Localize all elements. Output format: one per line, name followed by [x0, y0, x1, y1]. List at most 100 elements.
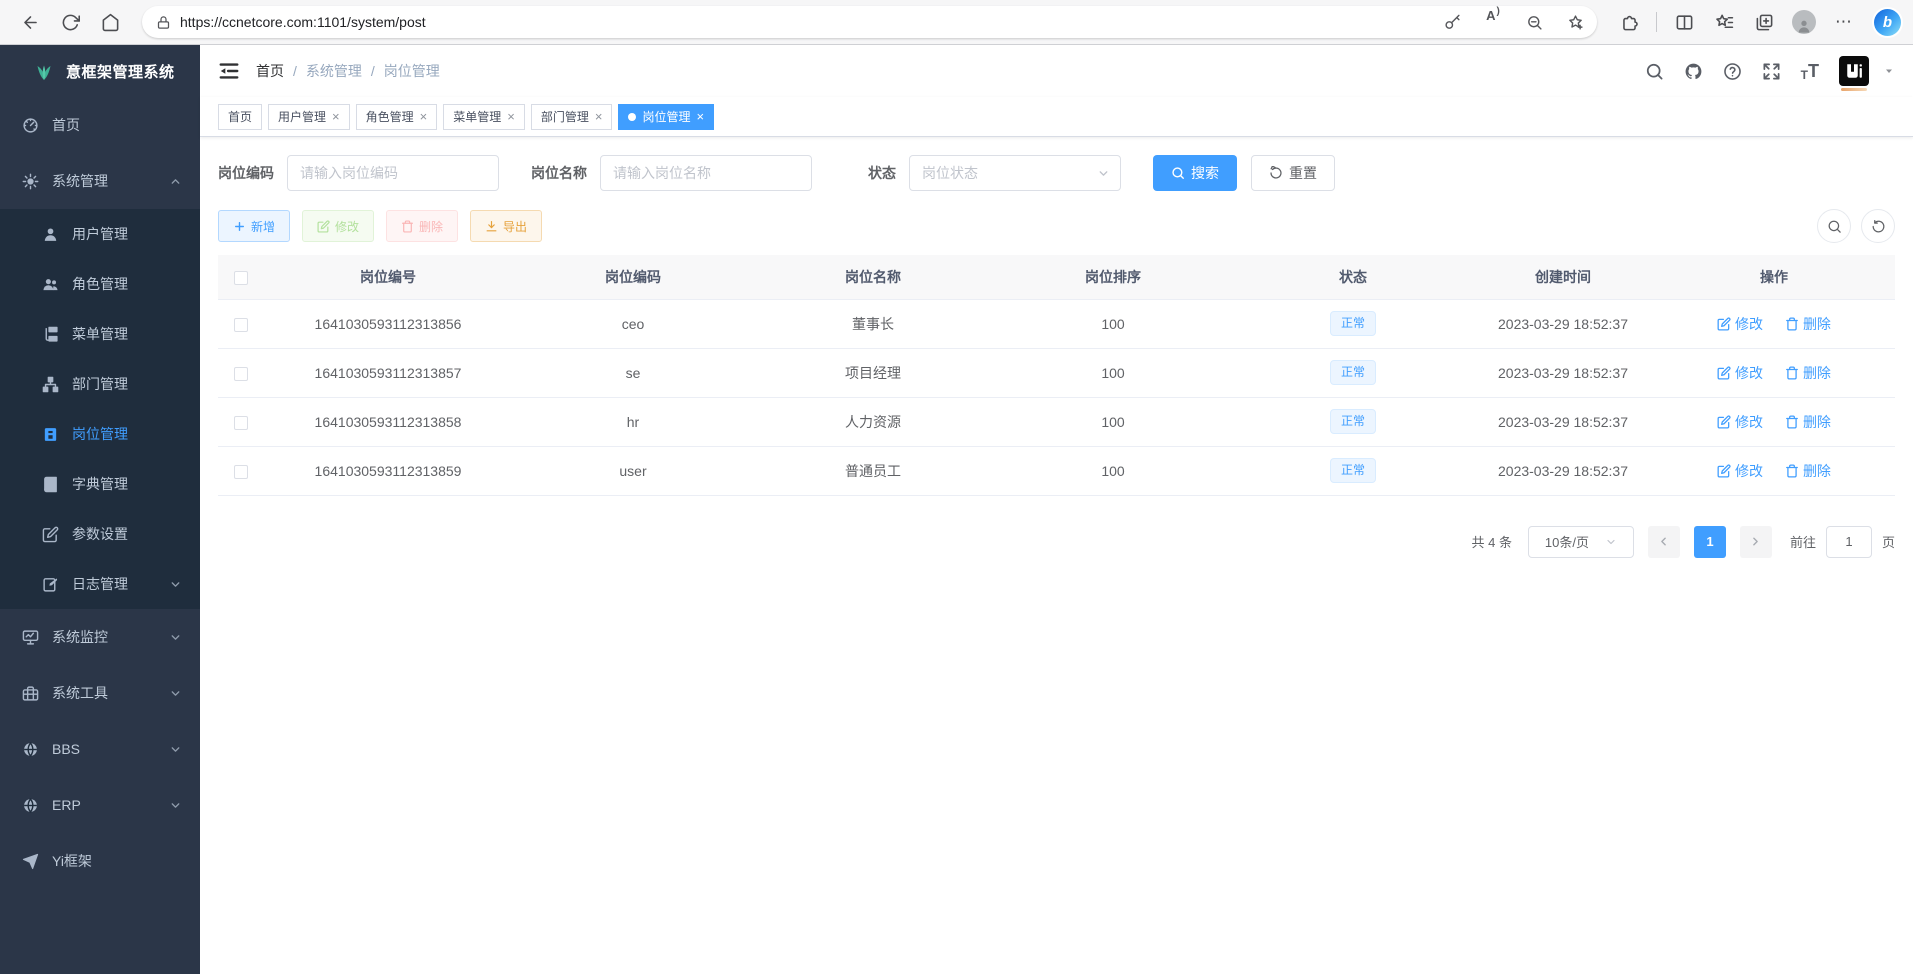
read-aloud-a: A	[1486, 8, 1495, 23]
chevron-down-icon[interactable]	[1883, 65, 1895, 77]
edit-button-label: 修改	[335, 218, 359, 235]
tab-post-mgmt[interactable]: 岗位管理×	[618, 104, 714, 130]
row-edit-label: 修改	[1735, 363, 1763, 383]
row-delete-button[interactable]: 删除	[1785, 412, 1831, 432]
page-size-select[interactable]: 10条/页	[1528, 526, 1634, 558]
sidebar-item-yi-framework[interactable]: Yi框架	[0, 833, 200, 889]
collections-button[interactable]	[1746, 5, 1782, 39]
sidebar-item-label: BBS	[52, 741, 80, 757]
close-icon[interactable]: ×	[332, 110, 340, 123]
sidebar-item-home[interactable]: 首页	[0, 97, 200, 153]
sidebar-item-label: 角色管理	[72, 274, 128, 294]
sidebar-item-dept-mgmt[interactable]: 部门管理	[0, 359, 200, 409]
show-search-button[interactable]	[1817, 209, 1851, 243]
col-post-code: 岗位编码	[513, 255, 753, 299]
row-checkbox[interactable]	[234, 318, 248, 332]
breadcrumb-home[interactable]: 首页	[256, 61, 284, 81]
browser-menu-button[interactable]: ⋯	[1826, 5, 1862, 39]
sidebar-item-bbs[interactable]: BBS	[0, 721, 200, 777]
sidebar-item-system-monitor[interactable]: 系统监控	[0, 609, 200, 665]
sidebar-item-dict-mgmt[interactable]: 字典管理	[0, 459, 200, 509]
edit-icon	[1717, 366, 1731, 380]
back-button[interactable]	[12, 5, 48, 39]
trash-icon	[1785, 366, 1799, 380]
row-edit-button[interactable]: 修改	[1717, 314, 1763, 334]
favorites-button[interactable]	[1706, 5, 1742, 39]
status-badge: 正常	[1330, 458, 1376, 483]
sidebar-item-user-mgmt[interactable]: 用户管理	[0, 209, 200, 259]
font-size-button[interactable]: TT	[1801, 61, 1819, 82]
tab-dept-mgmt[interactable]: 部门管理×	[531, 104, 613, 130]
more-icon: ⋯	[1835, 12, 1853, 32]
row-delete-button[interactable]: 删除	[1785, 314, 1831, 334]
prev-page-button[interactable]	[1648, 526, 1680, 558]
cell-post-sort: 100	[993, 397, 1233, 446]
cell-post-id: 1641030593112313856	[263, 299, 513, 348]
sidebar-item-log-mgmt[interactable]: 日志管理	[0, 559, 200, 609]
cell-post-code: se	[513, 348, 753, 397]
select-all-checkbox[interactable]	[234, 271, 248, 285]
close-icon[interactable]: ×	[696, 110, 704, 123]
sidebar-item-post-mgmt[interactable]: 岗位管理	[0, 409, 200, 459]
row-checkbox[interactable]	[234, 416, 248, 430]
reset-button[interactable]: 重置	[1251, 155, 1335, 191]
split-screen-button[interactable]	[1666, 5, 1702, 39]
row-delete-button[interactable]: 删除	[1785, 363, 1831, 383]
home-button[interactable]	[92, 5, 128, 39]
sidebar-item-erp[interactable]: ERP	[0, 777, 200, 833]
search-icon[interactable]	[1645, 62, 1664, 81]
tab-label: 首页	[228, 108, 252, 125]
sidebar-item-param-settings[interactable]: 参数设置	[0, 509, 200, 559]
copilot-button[interactable]: b	[1874, 9, 1901, 36]
row-delete-button[interactable]: 删除	[1785, 461, 1831, 481]
close-icon[interactable]: ×	[507, 110, 515, 123]
row-checkbox[interactable]	[234, 465, 248, 479]
tab-role-mgmt[interactable]: 角色管理×	[356, 104, 438, 130]
profile-button[interactable]	[1786, 5, 1822, 39]
zoom-out-button[interactable]	[1518, 8, 1550, 36]
toolbox-icon	[22, 685, 39, 702]
help-icon[interactable]	[1723, 62, 1742, 81]
edit-icon	[1717, 415, 1731, 429]
pagination: 共 4 条 10条/页 1 前往 页	[218, 526, 1895, 558]
fullscreen-icon[interactable]	[1762, 62, 1781, 81]
read-aloud-button[interactable]: T A)	[1477, 8, 1509, 36]
add-button[interactable]: 新增	[218, 210, 290, 242]
edit-button[interactable]: 修改	[302, 210, 374, 242]
sidebar-item-label: 部门管理	[72, 374, 128, 394]
next-page-button[interactable]	[1740, 526, 1772, 558]
github-icon[interactable]	[1684, 62, 1703, 81]
add-favorite-button[interactable]	[1559, 8, 1591, 36]
sidebar-item-system-tools[interactable]: 系统工具	[0, 665, 200, 721]
row-edit-button[interactable]: 修改	[1717, 363, 1763, 383]
sidebar-item-role-mgmt[interactable]: 角色管理	[0, 259, 200, 309]
col-status: 状态	[1233, 255, 1473, 299]
refresh-button[interactable]	[52, 5, 88, 39]
page-number-current[interactable]: 1	[1694, 526, 1726, 558]
user-avatar[interactable]	[1839, 56, 1869, 86]
close-icon[interactable]: ×	[420, 110, 428, 123]
extensions-button[interactable]	[1611, 5, 1647, 39]
address-bar[interactable]: https://ccnetcore.com:1101/system/post T…	[142, 6, 1597, 38]
password-key-button[interactable]	[1436, 8, 1468, 36]
tab-home[interactable]: 首页	[218, 104, 262, 130]
status-select[interactable]: 岗位状态	[909, 155, 1121, 191]
tab-menu-mgmt[interactable]: 菜单管理×	[443, 104, 525, 130]
post-code-input[interactable]	[287, 155, 499, 191]
row-edit-button[interactable]: 修改	[1717, 412, 1763, 432]
row-edit-button[interactable]: 修改	[1717, 461, 1763, 481]
tab-label: 用户管理	[278, 108, 326, 125]
sidebar-item-menu-mgmt[interactable]: 菜单管理	[0, 309, 200, 359]
close-icon[interactable]: ×	[595, 110, 603, 123]
refresh-icon	[1871, 219, 1886, 234]
sidebar-item-system-mgmt[interactable]: 系统管理	[0, 153, 200, 209]
refresh-table-button[interactable]	[1861, 209, 1895, 243]
goto-page-input[interactable]	[1826, 526, 1872, 558]
tab-user-mgmt[interactable]: 用户管理 ×	[268, 104, 350, 130]
export-button[interactable]: 导出	[470, 210, 542, 242]
post-name-input[interactable]	[600, 155, 812, 191]
delete-button[interactable]: 删除	[386, 210, 458, 242]
fold-sidebar-button[interactable]	[218, 60, 240, 82]
row-checkbox[interactable]	[234, 367, 248, 381]
search-button[interactable]: 搜索	[1153, 155, 1237, 191]
